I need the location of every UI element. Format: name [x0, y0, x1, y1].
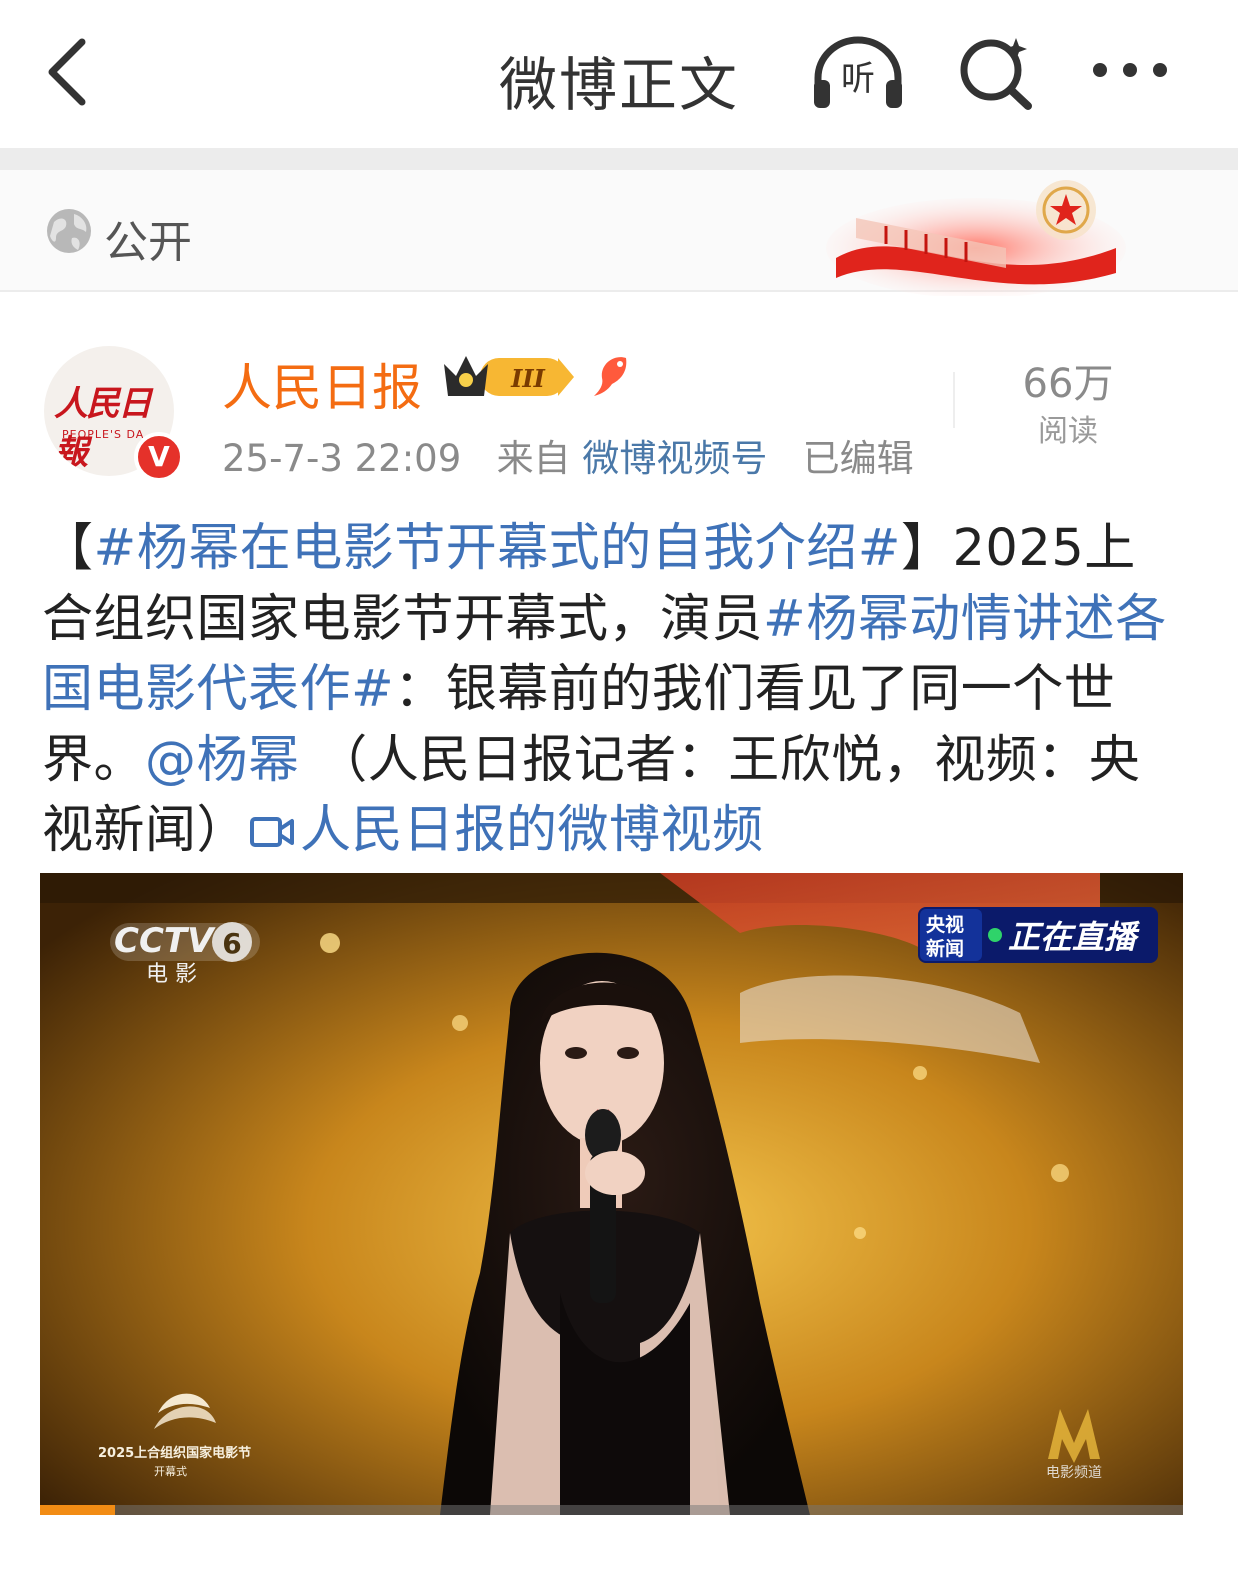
verified-badge: V [134, 432, 184, 482]
edited-label[interactable]: 已编辑 [803, 437, 914, 480]
globe-icon [47, 209, 91, 253]
search-icon[interactable] [958, 34, 1034, 110]
source-prefix: 来自 [496, 437, 571, 480]
video-progress-fill [40, 1505, 116, 1515]
vip-crown-icon[interactable]: III [440, 350, 576, 402]
watermark-label: 电影频道 [1046, 1465, 1102, 1481]
video-progress-bar[interactable] [40, 1505, 1183, 1515]
video-camera-icon [250, 817, 295, 847]
video-player[interactable]: CCTV 6 电 影 央视 新闻 正在直播 2025上合组织国家电影节 开幕式 … [40, 873, 1183, 1515]
post-meta: 25-7-3 22:09 来自 微博视频号 已编辑 [222, 428, 914, 482]
page-title: 微博正文 [498, 51, 739, 119]
read-count: 66万 [1022, 361, 1114, 407]
top-navigation-bar: 微博正文 听 [0, 0, 1238, 148]
vip-level-text: III [510, 364, 545, 393]
video-frame: CCTV 6 电 影 央视 新闻 正在直播 2025上合组织国家电影节 开幕式 … [40, 873, 1183, 1515]
event-sub: 开幕式 [154, 1464, 187, 1478]
more-icon[interactable] [1090, 54, 1170, 86]
listen-glyph: 听 [841, 59, 875, 99]
live-badge: 央视 新闻 正在直播 [918, 907, 1158, 963]
listen-icon[interactable]: 听 [812, 34, 904, 110]
post-text: 【#杨幂在电影节开幕式的自我介绍#】2025上合组织国家电影节开幕式，演员#杨幂… [42, 514, 1182, 867]
read-count-label: 阅读 [1038, 414, 1098, 449]
visibility-label: 公开 [104, 217, 192, 268]
hashtag-link[interactable]: #杨幂在电影节开幕式的自我介绍# [94, 519, 901, 578]
post-timestamp: 25-7-3 22:09 [222, 437, 462, 480]
event-caption: 2025上合组织国家电影节 [98, 1445, 251, 1461]
mention-link[interactable]: @杨幂 [145, 731, 300, 790]
live-badge-source-1: 央视 [926, 913, 964, 936]
channel-number: 6 [222, 927, 241, 960]
meta-divider [953, 372, 955, 428]
channel-logo-text: CCTV [114, 921, 216, 961]
source-link[interactable]: 微博视频号 [582, 437, 767, 480]
channel-name: 电 影 [146, 962, 197, 987]
video-link-label: 人民日报的微博视频 [300, 801, 764, 860]
section-divider [0, 148, 1238, 170]
open-bracket: 【 [42, 519, 94, 578]
author-name[interactable]: 人民日报 [222, 348, 422, 420]
avatar-logo-sub: PEOPLE'S DA [62, 428, 145, 441]
koi-fish-icon [594, 357, 627, 396]
live-badge-source-2: 新闻 [926, 937, 964, 960]
video-link[interactable]: 人民日报的微博视频 [248, 801, 764, 860]
live-badge-text: 正在直播 [1008, 918, 1140, 956]
festive-banner-image [826, 180, 1126, 296]
